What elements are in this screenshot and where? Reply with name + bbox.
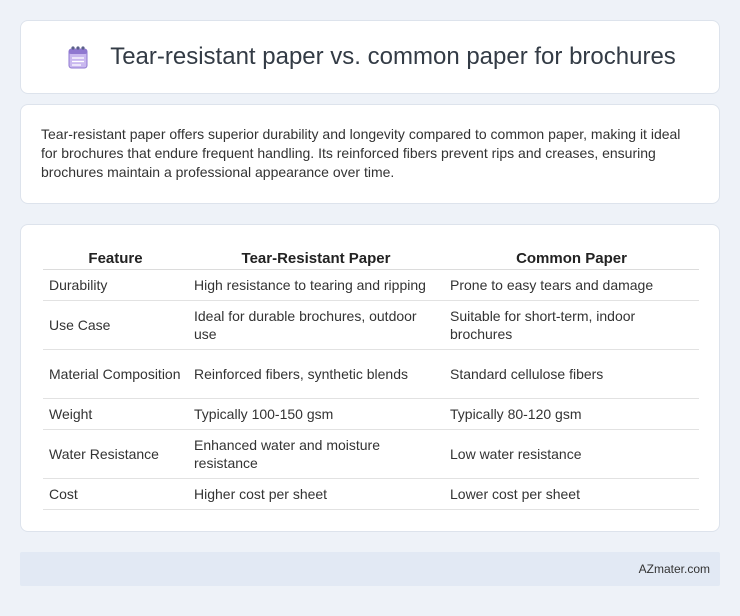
table-row: Material Composition Reinforced fibers, …	[43, 349, 699, 399]
table-cell: Ideal for durable brochures, outdoor use	[188, 300, 444, 350]
table-cell: Weight	[43, 398, 188, 430]
table-cell: Material Composition	[43, 349, 188, 399]
summary-text: Tear-resistant paper offers superior dur…	[41, 126, 681, 180]
comparison-table-card: Feature Tear-Resistant Paper Common Pape…	[20, 224, 720, 532]
table-row: Cost Higher cost per sheet Lower cost pe…	[43, 478, 699, 510]
page-title: Tear-resistant paper vs. common paper fo…	[110, 43, 676, 70]
table-cell: Higher cost per sheet	[188, 478, 444, 510]
column-header-feature: Feature	[43, 245, 188, 270]
table-cell: Enhanced water and moisture resistance	[188, 429, 444, 479]
table-header-row: Feature Tear-Resistant Paper Common Pape…	[43, 245, 699, 270]
title-wrap: Tear-resistant paper vs. common paper fo…	[64, 43, 676, 71]
column-header-common: Common Paper	[444, 245, 699, 270]
table-cell: Water Resistance	[43, 429, 188, 479]
table-cell: Typically 100-150 gsm	[188, 398, 444, 430]
table-cell: Prone to easy tears and damage	[444, 269, 699, 301]
table-row: Use Case Ideal for durable brochures, ou…	[43, 300, 699, 350]
table-row: Weight Typically 100-150 gsm Typically 8…	[43, 398, 699, 430]
table-cell: Standard cellulose fibers	[444, 349, 699, 399]
table-cell: Typically 80-120 gsm	[444, 398, 699, 430]
table-row: Durability High resistance to tearing an…	[43, 269, 699, 301]
footer-site-name: AZmater.com	[638, 562, 710, 576]
table-cell: Lower cost per sheet	[444, 478, 699, 510]
header-card: Tear-resistant paper vs. common paper fo…	[20, 20, 720, 94]
table-cell: Use Case	[43, 300, 188, 350]
column-header-tear-resistant: Tear-Resistant Paper	[188, 245, 444, 270]
footer-bar: AZmater.com	[20, 552, 720, 586]
table-cell: Low water resistance	[444, 429, 699, 479]
comparison-table: Feature Tear-Resistant Paper Common Pape…	[43, 245, 699, 510]
table-cell: Suitable for short-term, indoor brochure…	[444, 300, 699, 350]
spiral-notepad-icon	[64, 43, 92, 71]
table-cell: Cost	[43, 478, 188, 510]
table-cell: Durability	[43, 269, 188, 301]
summary-card: Tear-resistant paper offers superior dur…	[20, 104, 720, 204]
table-row: Water Resistance Enhanced water and mois…	[43, 429, 699, 479]
table-cell: Reinforced fibers, synthetic blends	[188, 349, 444, 399]
table-cell: High resistance to tearing and ripping	[188, 269, 444, 301]
